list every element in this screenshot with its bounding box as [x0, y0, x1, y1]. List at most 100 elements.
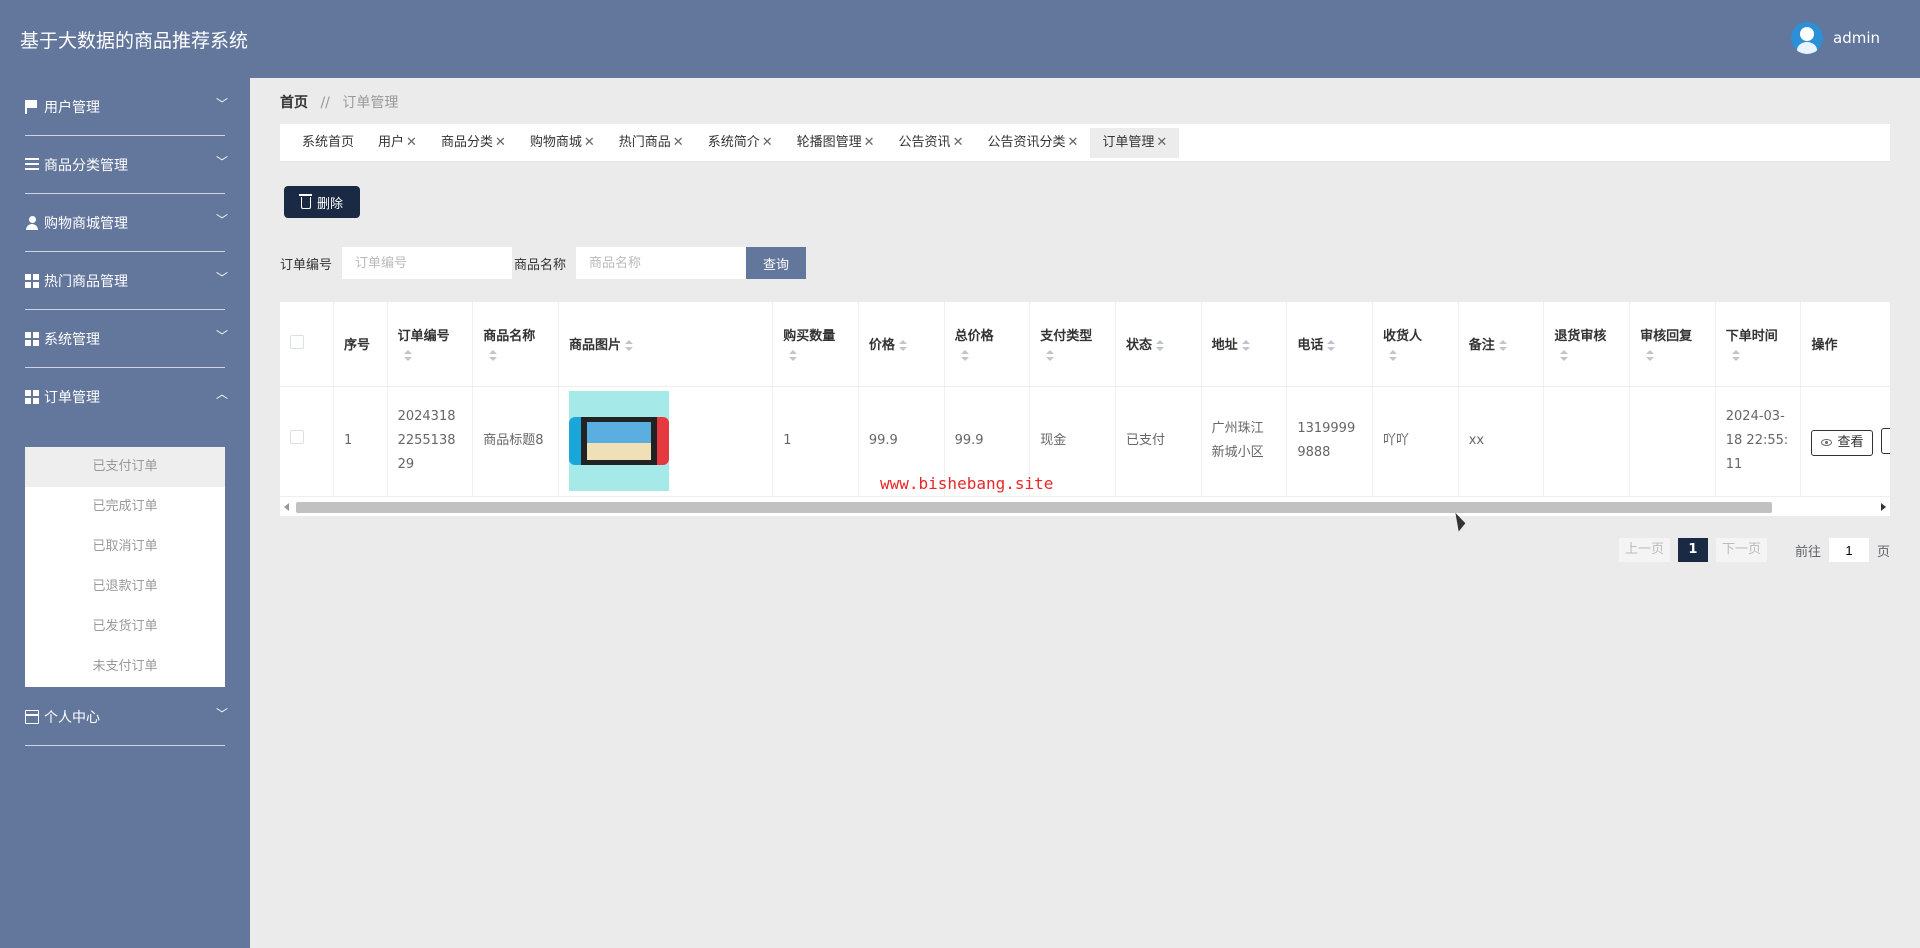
close-icon[interactable]: ✕ — [495, 135, 506, 150]
user-menu[interactable]: admin — [1791, 22, 1880, 54]
close-icon[interactable]: ✕ — [864, 135, 875, 150]
cell-address: 广州珠江新城小区 — [1201, 386, 1288, 497]
page-number[interactable]: 1 — [1677, 538, 1708, 562]
col-header[interactable]: 商品图片 — [558, 302, 774, 387]
tab-bar: 系统首页 用户 ✕ 商品分类 ✕ 购物商城 ✕ 热门商品 ✕ 系统简介 ✕ 轮播图管理 ✕ … — [280, 124, 1890, 162]
scroll-left-icon[interactable] — [284, 503, 289, 511]
submenu-unpaid-orders[interactable]: 未支付订单 — [25, 647, 225, 687]
col-header[interactable]: 审核回复 — [1629, 302, 1716, 387]
tab-user[interactable]: 用户 ✕ — [366, 128, 429, 158]
select-all-checkbox[interactable] — [290, 334, 304, 349]
col-header[interactable]: 电话 — [1286, 302, 1373, 387]
sort-icon[interactable] — [403, 350, 412, 362]
cell-order-no: 20243182255138 29 — [387, 386, 474, 497]
order-no-label: 订单编号 — [280, 257, 333, 273]
sidebar-item-orders[interactable]: 订单管理 ︿ — [0, 368, 250, 426]
tab-label: 公告资讯分类 — [987, 134, 1066, 150]
col-header[interactable]: 支付类型 — [1029, 302, 1116, 387]
col-header[interactable]: 购买数量 — [772, 302, 859, 387]
sort-icon[interactable] — [1327, 339, 1336, 352]
cell-order-time: 2024-03-18 22:55:11 — [1715, 386, 1802, 497]
col-header[interactable]: 商品名称 — [472, 302, 559, 387]
col-header[interactable]: 下单时间 — [1715, 302, 1802, 387]
page-jump-input[interactable] — [1828, 538, 1869, 562]
close-icon[interactable]: ✕ — [1156, 135, 1167, 150]
col-header[interactable]: 备注 — [1458, 302, 1545, 387]
close-icon[interactable]: ✕ — [406, 135, 417, 150]
sort-icon[interactable] — [1046, 350, 1055, 362]
col-header[interactable]: 状态 — [1115, 302, 1202, 387]
tab-news-category[interactable]: 公告资讯分类 ✕ — [975, 128, 1090, 158]
col-header[interactable]: 退货审核 — [1543, 302, 1631, 387]
col-header[interactable]: 收货人 — [1372, 302, 1459, 387]
tab-category[interactable]: 商品分类 ✕ — [429, 128, 518, 158]
col-header[interactable]: 总价格 — [944, 302, 1031, 387]
ship-button[interactable]: 发货 — [1881, 428, 1890, 455]
sort-icon[interactable] — [898, 339, 907, 352]
close-icon[interactable]: ✕ — [584, 135, 595, 150]
close-icon[interactable]: ✕ — [762, 135, 773, 150]
watermark: www.bishebang.site — [880, 474, 1054, 493]
row-select-cell — [280, 386, 335, 497]
sort-icon[interactable] — [1646, 350, 1655, 362]
col-header[interactable]: 价格 — [858, 302, 945, 387]
sidebar-item-label: 订单管理 — [44, 390, 100, 406]
sort-icon[interactable] — [1155, 339, 1164, 352]
sidebar-item-user[interactable]: 用户管理 ﹀ — [0, 78, 250, 136]
breadcrumb-home[interactable]: 首页 — [280, 95, 308, 111]
sort-icon[interactable] — [1389, 350, 1397, 362]
goto-label: 前往 — [1794, 544, 1821, 560]
col-header[interactable]: 订单编号 — [387, 302, 474, 387]
avatar[interactable] — [1791, 22, 1823, 54]
sidebar: 用户管理 ﹀ 商品分类管理 ﹀ 购物商城管理 ﹀ 热门商品管理 ﹀ 系统管理 ﹀… — [0, 78, 250, 948]
order-no-input[interactable] — [342, 247, 513, 279]
prev-page-button[interactable]: 上一页 — [1618, 538, 1670, 562]
tab-hot[interactable]: 热门商品 ✕ — [607, 128, 696, 158]
sidebar-item-hot[interactable]: 热门商品管理 ﹀ — [0, 252, 250, 310]
sidebar-item-label: 购物商城管理 — [44, 216, 128, 232]
submenu-shipped-orders[interactable]: 已发货订单 — [25, 607, 225, 647]
submenu-completed-orders[interactable]: 已完成订单 — [25, 487, 225, 527]
sort-icon[interactable] — [624, 339, 633, 352]
sidebar-item-category[interactable]: 商品分类管理 ﹀ — [0, 136, 250, 194]
view-button[interactable]: 查看 — [1811, 429, 1874, 456]
tab-label: 系统简介 — [707, 134, 760, 150]
sort-icon[interactable] — [1498, 339, 1507, 352]
username[interactable]: admin — [1833, 29, 1880, 47]
delete-button[interactable]: 删除 — [284, 186, 360, 218]
close-icon[interactable]: ✕ — [673, 135, 684, 150]
scroll-right-icon[interactable] — [1881, 503, 1886, 511]
close-icon[interactable]: ✕ — [1067, 135, 1078, 150]
tab-orders[interactable]: 订单管理 ✕ — [1090, 127, 1180, 158]
submenu-cancelled-orders[interactable]: 已取消订单 — [25, 527, 225, 567]
cell-phone: 13199999888 — [1286, 386, 1373, 497]
tab-news[interactable]: 公告资讯 ✕ — [887, 128, 976, 158]
col-header[interactable]: 地址 — [1201, 302, 1288, 387]
sidebar-item-system[interactable]: 系统管理 ﹀ — [0, 310, 250, 368]
sidebar-item-profile[interactable]: 个人中心 ﹀ — [0, 688, 250, 746]
person-icon — [25, 216, 39, 230]
row-checkbox[interactable] — [290, 430, 304, 444]
sort-icon[interactable] — [960, 350, 969, 362]
tab-home[interactable]: 系统首页 — [290, 128, 366, 158]
close-icon[interactable]: ✕ — [953, 135, 964, 150]
next-page-button[interactable]: 下一页 — [1715, 538, 1767, 562]
horizontal-scrollbar[interactable] — [280, 499, 1890, 516]
sort-icon[interactable] — [1241, 339, 1250, 352]
sort-icon[interactable] — [789, 350, 798, 362]
cell-product-name: 商品标题8 — [472, 386, 559, 497]
sidebar-item-mall[interactable]: 购物商城管理 ﹀ — [0, 194, 250, 252]
sort-icon[interactable] — [1731, 350, 1740, 362]
submenu-paid-orders[interactable]: 已支付订单 — [25, 447, 225, 487]
sort-icon[interactable] — [1560, 350, 1569, 362]
product-name-input[interactable] — [576, 247, 747, 279]
tab-mall[interactable]: 购物商城 ✕ — [518, 128, 607, 158]
trash-icon — [298, 194, 312, 209]
cell-index: 1 — [333, 386, 388, 497]
tab-carousel[interactable]: 轮播图管理 ✕ — [785, 128, 887, 158]
tab-intro[interactable]: 系统简介 ✕ — [696, 128, 785, 158]
scrollbar-thumb[interactable] — [296, 502, 1772, 513]
query-button[interactable]: 查询 — [746, 247, 807, 279]
sort-icon[interactable] — [489, 350, 498, 362]
submenu-refunded-orders[interactable]: 已退款订单 — [25, 567, 225, 607]
